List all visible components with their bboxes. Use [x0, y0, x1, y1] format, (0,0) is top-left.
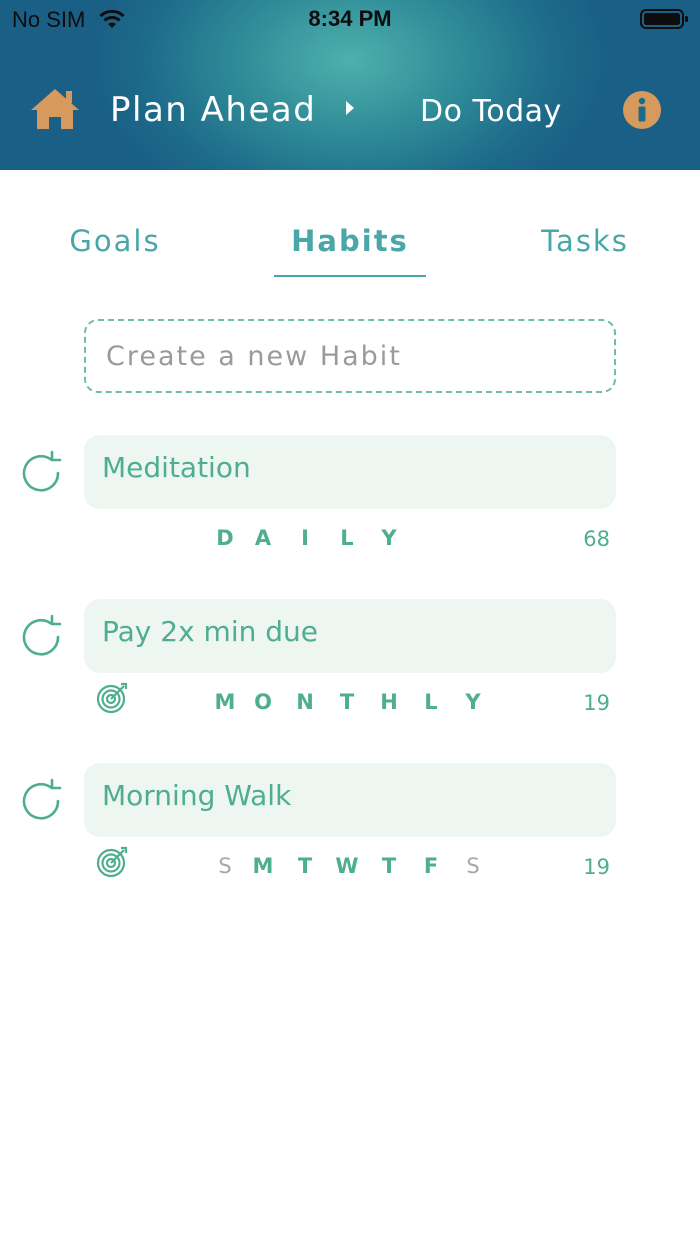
weekday-letter[interactable]: S — [452, 854, 494, 878]
habit-count: 19 — [583, 691, 610, 715]
weekday-letter[interactable]: T — [368, 854, 410, 878]
tab-goals[interactable]: Goals — [40, 224, 190, 258]
frequency-letter: H — [380, 690, 398, 714]
target-icon — [96, 846, 128, 878]
weekday-letter[interactable]: T — [284, 854, 326, 878]
target-icon — [96, 682, 128, 714]
repeat-icon[interactable] — [18, 449, 66, 497]
frequency-letter: D — [216, 526, 234, 550]
habit-count: 19 — [583, 855, 610, 879]
repeat-icon[interactable] — [18, 777, 66, 825]
weekday-letter[interactable]: W — [326, 854, 368, 878]
habit-weekdays: SMTWTFS — [208, 854, 494, 878]
new-habit-input[interactable] — [84, 319, 616, 393]
battery-icon — [640, 9, 688, 29]
active-tab-indicator — [274, 275, 426, 277]
frequency-letter: I — [301, 526, 309, 550]
info-icon[interactable] — [622, 90, 662, 130]
frequency-letter: Y — [465, 690, 481, 714]
tab-tasks[interactable]: Tasks — [520, 224, 650, 258]
habit-frequency: DA I L Y — [208, 526, 410, 550]
frequency-letter: T — [339, 690, 355, 714]
habit-name: Meditation — [102, 451, 251, 484]
weekday-letter[interactable]: S — [208, 854, 242, 878]
habit-item: Meditation DA I L Y 68 — [0, 435, 700, 575]
habit-frequency: MON T H L Y — [208, 690, 494, 714]
habit-name: Pay 2x min due — [102, 615, 318, 648]
habit-item: Morning Walk SMTWTFS 19 — [0, 763, 700, 903]
status-bar: No SIM 8:34 PM — [0, 0, 700, 38]
plan-ahead-title: Plan Ahead — [110, 90, 317, 130]
triangle-right-icon — [346, 101, 354, 115]
weekday-letter[interactable]: M — [242, 854, 284, 878]
frequency-letter: L — [340, 526, 354, 550]
frequency-letter: A — [254, 526, 272, 550]
status-time: 8:34 PM — [308, 6, 392, 31]
frequency-letter: Y — [381, 526, 397, 550]
frequency-letter: M — [214, 690, 236, 714]
frequency-letter: L — [424, 690, 438, 714]
habit-card[interactable]: Pay 2x min due — [84, 599, 616, 673]
frequency-letter: O — [254, 690, 272, 714]
habit-item: Pay 2x min due MON T H L Y 19 — [0, 599, 700, 739]
tab-habits[interactable]: Habits — [274, 224, 426, 258]
do-today-link[interactable]: Do Today — [420, 94, 562, 129]
habit-name: Morning Walk — [102, 779, 292, 812]
app-header: No SIM 8:34 PM Plan Ahead Do Today — [0, 0, 700, 170]
habit-count: 68 — [583, 527, 610, 551]
habit-card[interactable]: Morning Walk — [84, 763, 616, 837]
habit-card[interactable]: Meditation — [84, 435, 616, 509]
weekday-letter[interactable]: F — [410, 854, 452, 878]
repeat-icon[interactable] — [18, 613, 66, 661]
frequency-letter: N — [296, 690, 314, 714]
home-icon[interactable] — [28, 86, 82, 132]
